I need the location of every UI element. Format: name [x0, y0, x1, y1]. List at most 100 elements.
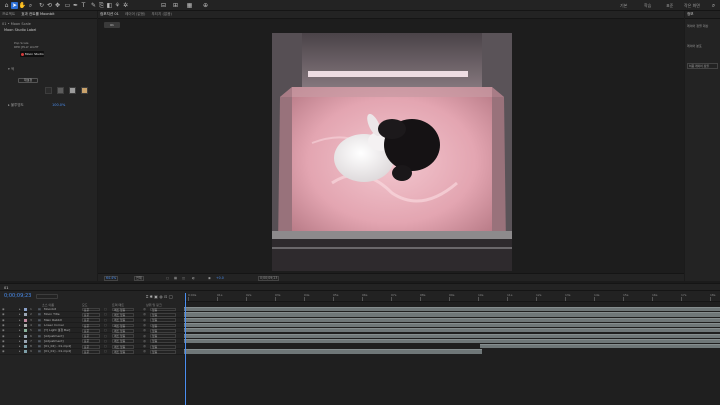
trkmat-dropdown[interactable]: 매트 없음 [112, 334, 134, 338]
layer-name[interactable]: Lower Corner [44, 323, 80, 328]
eye-icon[interactable]: ◉ [2, 312, 5, 317]
exposure-value[interactable]: +0.0 [216, 276, 224, 281]
layer-name[interactable]: [Y] Light 설정 Bar] [44, 328, 80, 333]
timeline-switch-icons[interactable]: ⌗ ✱ ▣ ◍ ⊡ ◯ [146, 294, 173, 299]
layer-duration-bar[interactable] [184, 312, 720, 317]
expand-icon[interactable]: ▸ [19, 318, 21, 323]
layer-name[interactable]: Main Rabbit [44, 318, 80, 323]
parent-dropdown[interactable]: 없음 [150, 307, 176, 312]
tab-layer[interactable]: 레이어 (없음) [125, 12, 145, 17]
layer-name[interactable]: [Adjustment] [44, 339, 80, 344]
t-toggle[interactable]: ▢ [104, 307, 107, 312]
eye-icon[interactable]: ◉ [2, 344, 5, 349]
time-ruler[interactable]: 0:00s 01s 02s 03s 04s 05s 06s 07s 08s 09s 10s 11s 12… [184, 291, 720, 302]
layer-name[interactable]: Moon Title [44, 312, 80, 317]
expand-icon[interactable]: ▸ [19, 334, 21, 339]
tab-comp-01[interactable]: 01 [4, 286, 8, 290]
layer-duration-bar[interactable] [184, 338, 720, 344]
layer-duration-bar[interactable] [184, 307, 720, 312]
swatch-dark[interactable] [45, 87, 52, 94]
hand-icon[interactable]: ✋ [19, 2, 26, 9]
layer-duration-bar[interactable] [184, 349, 482, 354]
effect-layer-line[interactable]: Moon Studio Label [4, 28, 36, 32]
expand-icon[interactable]: ▸ [19, 344, 21, 349]
trkmat-dropdown[interactable]: 매트 없음 [112, 339, 134, 344]
pickwhip-icon[interactable]: @ [143, 334, 146, 339]
tab-effect-controls[interactable]: 효과 컨트롤 Moonbit [21, 12, 54, 17]
eye-icon[interactable]: ◉ [2, 328, 5, 333]
section-color[interactable]: ▾ 색 [8, 67, 14, 72]
workspace-standard[interactable]: 표준 [666, 3, 673, 9]
layer-name[interactable]: [Adjustment] [44, 334, 80, 339]
label-color-chip[interactable] [24, 308, 27, 311]
swatch-gray[interactable] [57, 87, 64, 94]
tab-project[interactable]: 프로젝트 [2, 12, 15, 17]
channel-icon[interactable]: ◐ [192, 276, 195, 281]
opacity-value[interactable]: 100.0% [52, 103, 65, 107]
type-icon[interactable]: T [80, 2, 87, 9]
parent-dropdown[interactable]: 없음 [150, 339, 176, 344]
tab-info[interactable]: 정보 [687, 12, 694, 17]
workspace-learn[interactable]: 학습 [644, 3, 651, 9]
layer-name[interactable]: [01_01] - 01.mp4] [44, 349, 80, 354]
roto-icon[interactable]: ⚘ [114, 2, 121, 9]
snap-icon[interactable]: ⊟ [160, 2, 167, 9]
label-color-chip[interactable] [24, 334, 27, 338]
eraser-icon[interactable]: ◧ [106, 2, 113, 9]
brush-icon[interactable]: ✎ [90, 2, 97, 9]
pickwhip-icon[interactable]: @ [143, 323, 146, 328]
pan-behind-icon[interactable]: ✥ [54, 2, 61, 9]
pickwhip-icon[interactable]: @ [143, 349, 146, 354]
tab-footage[interactable]: 푸티지 (없음) [151, 12, 171, 17]
mode-dropdown[interactable]: 표준 [82, 328, 100, 333]
layer-name[interactable]: Moonbit [44, 307, 80, 312]
zoom-dropdown[interactable]: 64.4% [104, 275, 119, 281]
expand-icon[interactable]: ▸ [19, 307, 21, 312]
region-of-interest-icon[interactable]: ▢ [166, 276, 169, 281]
pickwhip-icon[interactable]: @ [143, 328, 146, 333]
trkmat-dropdown[interactable]: 매트 없음 [112, 328, 134, 333]
resolution-dropdown[interactable]: 전체 [134, 275, 144, 281]
rectangle-icon[interactable]: ▭ [64, 2, 71, 9]
eye-icon[interactable]: ◉ [2, 339, 5, 344]
label-color-chip[interactable] [24, 318, 27, 322]
t-toggle[interactable]: ▢ [104, 312, 107, 317]
trkmat-dropdown[interactable]: 매트 없음 [112, 307, 134, 312]
pickwhip-icon[interactable]: @ [143, 307, 146, 312]
expand-icon[interactable]: ▸ [19, 323, 21, 328]
layer-duration-bar[interactable] [184, 328, 720, 333]
trkmat-dropdown[interactable]: 매트 없음 [112, 312, 134, 317]
workspace-small-screen[interactable]: 작은 화면 [684, 3, 700, 9]
mode-dropdown[interactable]: 표준 [82, 312, 100, 317]
eye-icon[interactable]: ◉ [2, 334, 5, 339]
pickwhip-icon[interactable]: @ [143, 344, 146, 349]
parent-dropdown[interactable]: 없음 [150, 334, 176, 338]
camera-snapshot-icon[interactable]: ◉ [208, 276, 211, 281]
rotate-icon[interactable]: ↻ [38, 2, 45, 9]
selection-icon[interactable]: ➤ [11, 2, 18, 9]
parent-dropdown[interactable]: 없음 [150, 312, 176, 317]
pickwhip-icon[interactable]: @ [143, 318, 146, 323]
t-toggle[interactable]: ▢ [104, 328, 107, 333]
swatch-accent[interactable] [81, 87, 88, 94]
align-icon[interactable]: ⊞ [172, 2, 179, 9]
trkmat-dropdown[interactable]: 매트 없음 [112, 350, 134, 354]
label-color-chip[interactable] [24, 345, 27, 349]
search-icon[interactable]: ⌕ [710, 2, 717, 9]
mode-dropdown[interactable]: 표준 [82, 344, 100, 349]
grid-icon[interactable]: ▦ [186, 2, 193, 9]
trkmat-dropdown[interactable]: 매트 없음 [112, 344, 134, 349]
trkmat-dropdown[interactable]: 매트 없음 [112, 318, 134, 323]
playhead[interactable] [185, 293, 186, 405]
tab-composition[interactable]: 컴포지션 01 [100, 12, 119, 17]
mode-dropdown[interactable]: 표준 [82, 323, 100, 328]
layer-name[interactable]: [01_02] - 01.mp4] [44, 344, 80, 349]
clone-icon[interactable]: ⎘ [98, 2, 105, 9]
parent-dropdown[interactable]: 없음 [150, 350, 176, 354]
composition-frame[interactable] [272, 33, 512, 271]
active-comp-chip[interactable]: 01 [104, 22, 120, 28]
viewer-timecode[interactable]: 0;00;09;23 [258, 275, 280, 281]
mode-dropdown[interactable]: 표준 [82, 350, 100, 354]
t-toggle[interactable]: ▢ [104, 344, 107, 349]
layer-row[interactable]: ◉ ▸ 9 ▤ [01_01] - 01.mp4] 표준 ▢ 매트 없음 @ 없음 [0, 349, 184, 355]
